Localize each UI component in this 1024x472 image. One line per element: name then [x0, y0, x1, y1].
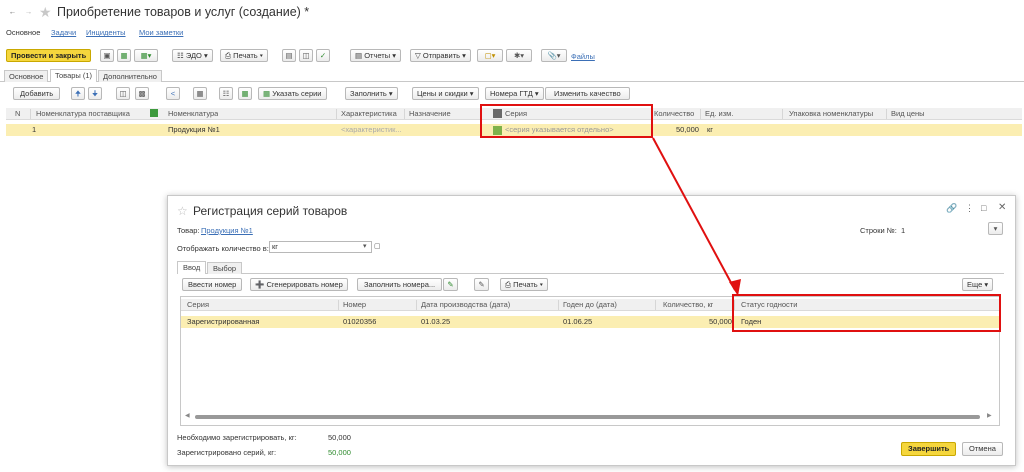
annotation-arrow	[652, 137, 741, 296]
